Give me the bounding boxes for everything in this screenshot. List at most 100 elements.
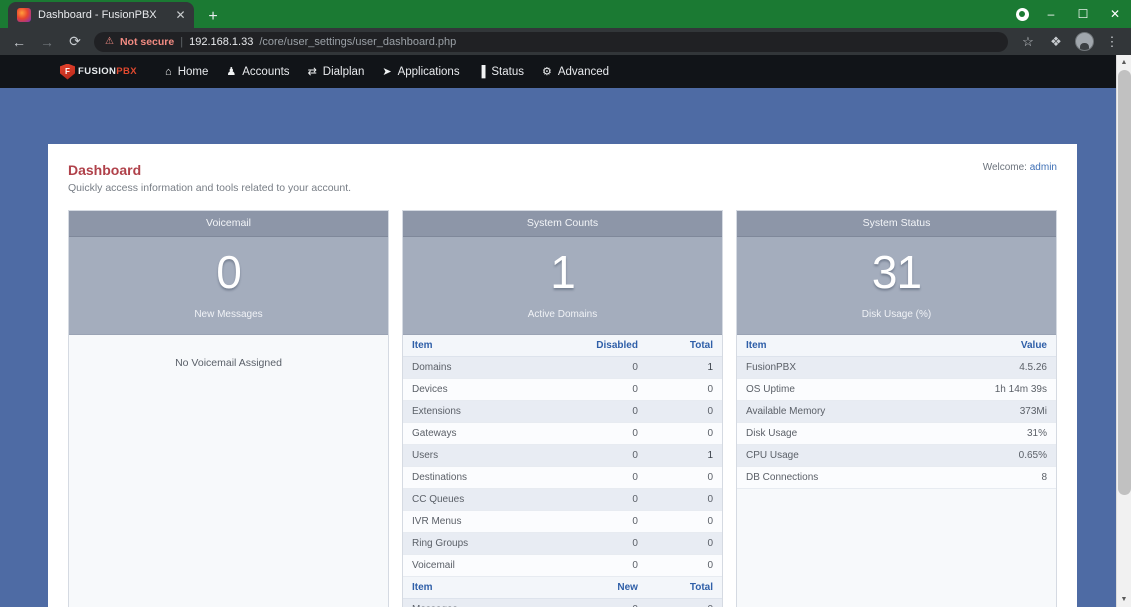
- user-icon: ♟: [226, 66, 237, 78]
- nav-label: Home: [177, 65, 209, 78]
- nav-label: Applications: [397, 65, 460, 78]
- tab-title: Dashboard - FusionPBX: [38, 9, 157, 21]
- nav-label: Advanced: [557, 65, 610, 78]
- col2-item[interactable]: Item: [403, 576, 539, 599]
- dashboard-panels: Voicemail 0 New Messages No Voicemail As…: [68, 210, 1057, 607]
- col2-total[interactable]: Total: [646, 576, 722, 599]
- nav-item-dialplan[interactable]: ⇄ Dialplan: [307, 65, 365, 79]
- bar-chart-icon: ▐: [477, 65, 486, 78]
- table-row[interactable]: IVR Menus 0 0: [403, 510, 722, 533]
- gear-icon: ⚙: [541, 66, 552, 78]
- forward-icon[interactable]: →: [34, 30, 60, 54]
- nav-item-accounts[interactable]: ♟ Accounts: [226, 65, 290, 79]
- cell-item: Domains: [403, 356, 539, 379]
- back-icon[interactable]: ←: [6, 30, 32, 54]
- nav-label: Status: [491, 65, 524, 78]
- reload-icon[interactable]: ⟳: [62, 30, 88, 54]
- table-row[interactable]: Destinations 0 0: [403, 466, 722, 489]
- maximize-button[interactable]: ☐: [1067, 0, 1099, 28]
- cell-item: CC Queues: [403, 488, 539, 511]
- app-navbar: F FUSIONPBX ⌂ Home ♟ Accounts ⇄ Dialplan: [0, 55, 1131, 88]
- shield-icon: F: [60, 63, 75, 80]
- col-item[interactable]: Item: [737, 335, 923, 357]
- cell-total: 0: [646, 488, 722, 511]
- brand-secondary: PBX: [116, 66, 138, 77]
- window-close-button[interactable]: ✕: [1099, 0, 1131, 28]
- nav-item-home[interactable]: ⌂ Home: [165, 66, 208, 78]
- table-row[interactable]: Domains 0 1: [403, 356, 722, 379]
- security-status-label: Not secure: [119, 35, 175, 48]
- col-total[interactable]: Total: [646, 335, 722, 357]
- table-row[interactable]: CPU Usage 0.65%: [737, 444, 1056, 467]
- table-header-row-2: Item New Total: [403, 576, 722, 599]
- cell-item: FusionPBX: [737, 356, 923, 379]
- table-row[interactable]: Available Memory 373Mi: [737, 400, 1056, 423]
- fusionpbx-logo[interactable]: F FUSIONPBX: [60, 63, 138, 80]
- scroll-down-arrow-icon[interactable]: ▼: [1117, 592, 1131, 607]
- minimize-button[interactable]: –: [1035, 0, 1067, 28]
- active-domains-count: 1: [550, 246, 576, 298]
- cell-value: 373Mi: [922, 400, 1056, 423]
- nav-label: Accounts: [242, 65, 290, 78]
- panel-body: No Voicemail Assigned: [69, 335, 388, 607]
- cell-total: 0: [646, 532, 722, 555]
- avatar[interactable]: [1071, 30, 1097, 54]
- cell-disabled: 0: [538, 422, 647, 445]
- table-row[interactable]: Disk Usage 31%: [737, 422, 1056, 445]
- vertical-scrollbar[interactable]: ▲ ▼: [1116, 55, 1131, 607]
- disk-usage-percent: 31: [871, 246, 922, 298]
- table-row[interactable]: OS Uptime 1h 14m 39s: [737, 378, 1056, 401]
- page-subtitle: Quickly access information and tools rel…: [68, 182, 352, 194]
- nav-item-applications[interactable]: ➤ Applications: [382, 65, 460, 79]
- col2-new[interactable]: New: [538, 576, 647, 599]
- cell-total: 0: [646, 422, 722, 445]
- system-status-hero-label: Disk Usage (%): [861, 309, 932, 320]
- cell-item: Available Memory: [737, 400, 923, 423]
- cell-disabled: 0: [538, 444, 647, 467]
- table-row[interactable]: Gateways 0 0: [403, 422, 722, 445]
- browser-tab-dashboard[interactable]: Dashboard - FusionPBX ✕: [8, 2, 194, 28]
- cell-new: 0: [538, 598, 647, 607]
- extensions-puzzle-icon[interactable]: ❖: [1043, 30, 1069, 54]
- scrollbar-thumb[interactable]: [1118, 70, 1131, 495]
- page-viewport: F FUSIONPBX ⌂ Home ♟ Accounts ⇄ Dialplan: [0, 55, 1131, 607]
- nav-item-status[interactable]: ▐ Status: [478, 66, 524, 78]
- nav-label: Dialplan: [322, 65, 365, 78]
- cell-disabled: 0: [538, 466, 647, 489]
- window-controls: – ☐ ✕: [1009, 0, 1131, 28]
- exchange-icon: ⇄: [307, 66, 317, 78]
- welcome-user-link[interactable]: admin: [1030, 162, 1057, 173]
- profile-indicator-icon[interactable]: [1009, 0, 1035, 28]
- nav-item-advanced[interactable]: ⚙ Advanced: [541, 65, 610, 79]
- table-row[interactable]: Messages00: [403, 598, 722, 607]
- address-bar[interactable]: ⚠ Not secure | 192.168.1.33 /core/user_s…: [94, 31, 1008, 52]
- col-disabled[interactable]: Disabled: [538, 335, 647, 357]
- browser-window: Dashboard - FusionPBX ✕ + – ☐ ✕ ← → ⟳ ⚠ …: [0, 0, 1131, 607]
- new-tab-button[interactable]: +: [200, 6, 226, 28]
- close-icon[interactable]: ✕: [173, 8, 188, 23]
- table-row[interactable]: Extensions 0 0: [403, 400, 722, 423]
- table-row[interactable]: CC Queues 0 0: [403, 488, 722, 511]
- cell-item: Messages: [403, 598, 539, 607]
- cell-value: 8: [922, 466, 1056, 489]
- table-row[interactable]: Users 0 1: [403, 444, 722, 467]
- omnibox-separator: |: [180, 35, 184, 48]
- panel-title: System Counts: [403, 211, 722, 237]
- table-row[interactable]: DB Connections 8: [737, 466, 1056, 489]
- col-item[interactable]: Item: [403, 335, 539, 357]
- table-row[interactable]: Ring Groups 0 0: [403, 532, 722, 555]
- firefox-icon: [17, 8, 31, 22]
- cell-item: Gateways: [403, 422, 539, 445]
- table-row[interactable]: Voicemail 0 0: [403, 554, 722, 577]
- table-row[interactable]: FusionPBX 4.5.26: [737, 356, 1056, 379]
- cell-total: 0: [646, 378, 722, 401]
- cell-disabled: 0: [538, 510, 647, 533]
- cell-item: Destinations: [403, 466, 539, 489]
- scroll-up-arrow-icon[interactable]: ▲: [1117, 55, 1131, 70]
- col-value[interactable]: Value: [922, 335, 1056, 357]
- cell-total: 0: [646, 466, 722, 489]
- bookmark-star-icon[interactable]: ☆: [1015, 30, 1041, 54]
- cell-disabled: 0: [538, 554, 647, 577]
- table-row[interactable]: Devices 0 0: [403, 378, 722, 401]
- browser-menu-icon[interactable]: ⋮: [1099, 30, 1125, 54]
